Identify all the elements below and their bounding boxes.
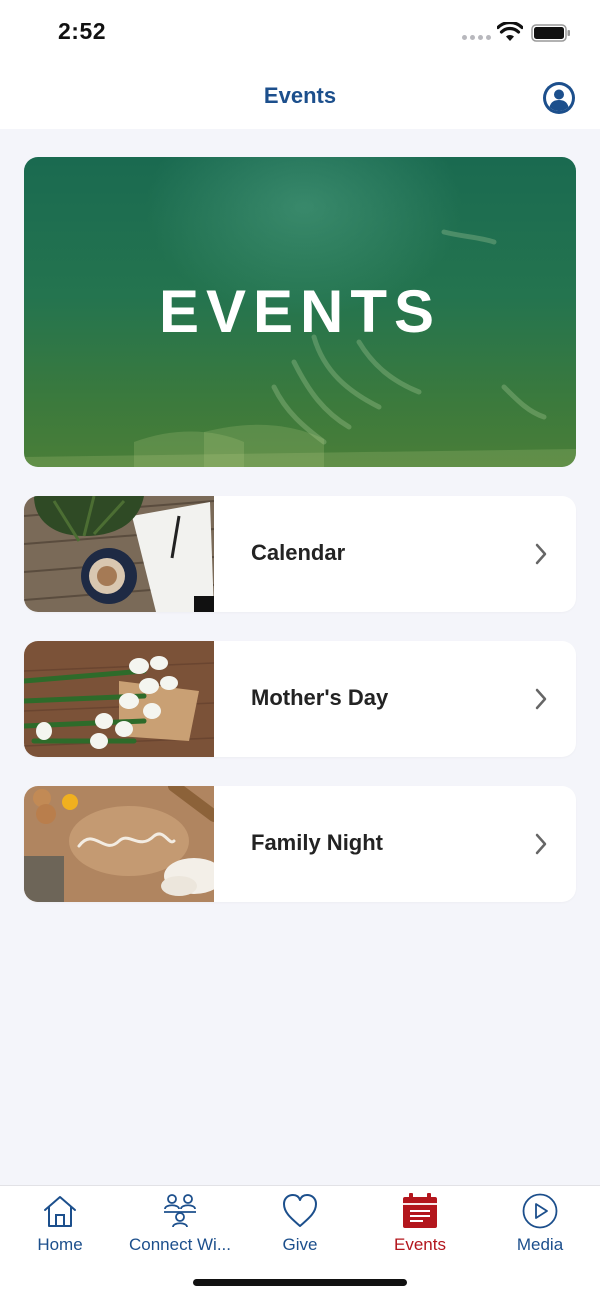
- page-title: Events: [263, 83, 337, 108]
- chevron-right-icon: [535, 543, 547, 565]
- event-card-family-night[interactable]: Family Night: [24, 786, 576, 902]
- chevron-right-icon: [535, 688, 547, 710]
- calendar-icon: [403, 1193, 437, 1228]
- hero-title: EVENTS: [158, 278, 442, 345]
- people-icon: [164, 1194, 196, 1228]
- event-label-family-night: Family Night: [251, 830, 384, 855]
- home-indicator: [193, 1279, 407, 1286]
- tab-label-media: Media: [516, 1235, 564, 1254]
- mothers-day-thumbnail: [24, 641, 214, 757]
- tab-media[interactable]: Media: [480, 1186, 600, 1266]
- calendar-thumbnail: [24, 496, 214, 612]
- tab-connect[interactable]: Connect Wi...: [120, 1186, 240, 1266]
- tab-label-give: Give: [282, 1235, 318, 1254]
- tab-events[interactable]: Events: [360, 1186, 480, 1266]
- nav-bar: Events: [0, 64, 600, 129]
- event-card-mothers-day[interactable]: Mother's Day: [24, 641, 576, 757]
- signal-icon: [462, 35, 491, 40]
- event-label-mothers-day: Mother's Day: [251, 685, 389, 710]
- play-icon: [522, 1193, 558, 1229]
- battery-icon: [531, 24, 570, 42]
- profile-icon[interactable]: [542, 81, 576, 115]
- status-time: 2:52: [58, 18, 107, 44]
- tab-label-connect: Connect Wi...: [128, 1235, 232, 1254]
- chevron-right-icon: [535, 833, 547, 855]
- home-icon: [44, 1196, 76, 1227]
- family-night-thumbnail: [24, 786, 214, 902]
- event-label-calendar: Calendar: [251, 540, 346, 565]
- heart-icon: [283, 1194, 317, 1227]
- events-hero-banner[interactable]: EVENTS: [24, 157, 576, 467]
- status-bar: 2:52: [0, 0, 600, 64]
- wifi-icon: [497, 22, 523, 41]
- tab-give[interactable]: Give: [240, 1186, 360, 1266]
- tab-label-home: Home: [37, 1235, 83, 1254]
- tab-home[interactable]: Home: [0, 1186, 120, 1266]
- tab-label-events: Events: [394, 1235, 446, 1254]
- event-card-calendar[interactable]: Calendar: [24, 496, 576, 612]
